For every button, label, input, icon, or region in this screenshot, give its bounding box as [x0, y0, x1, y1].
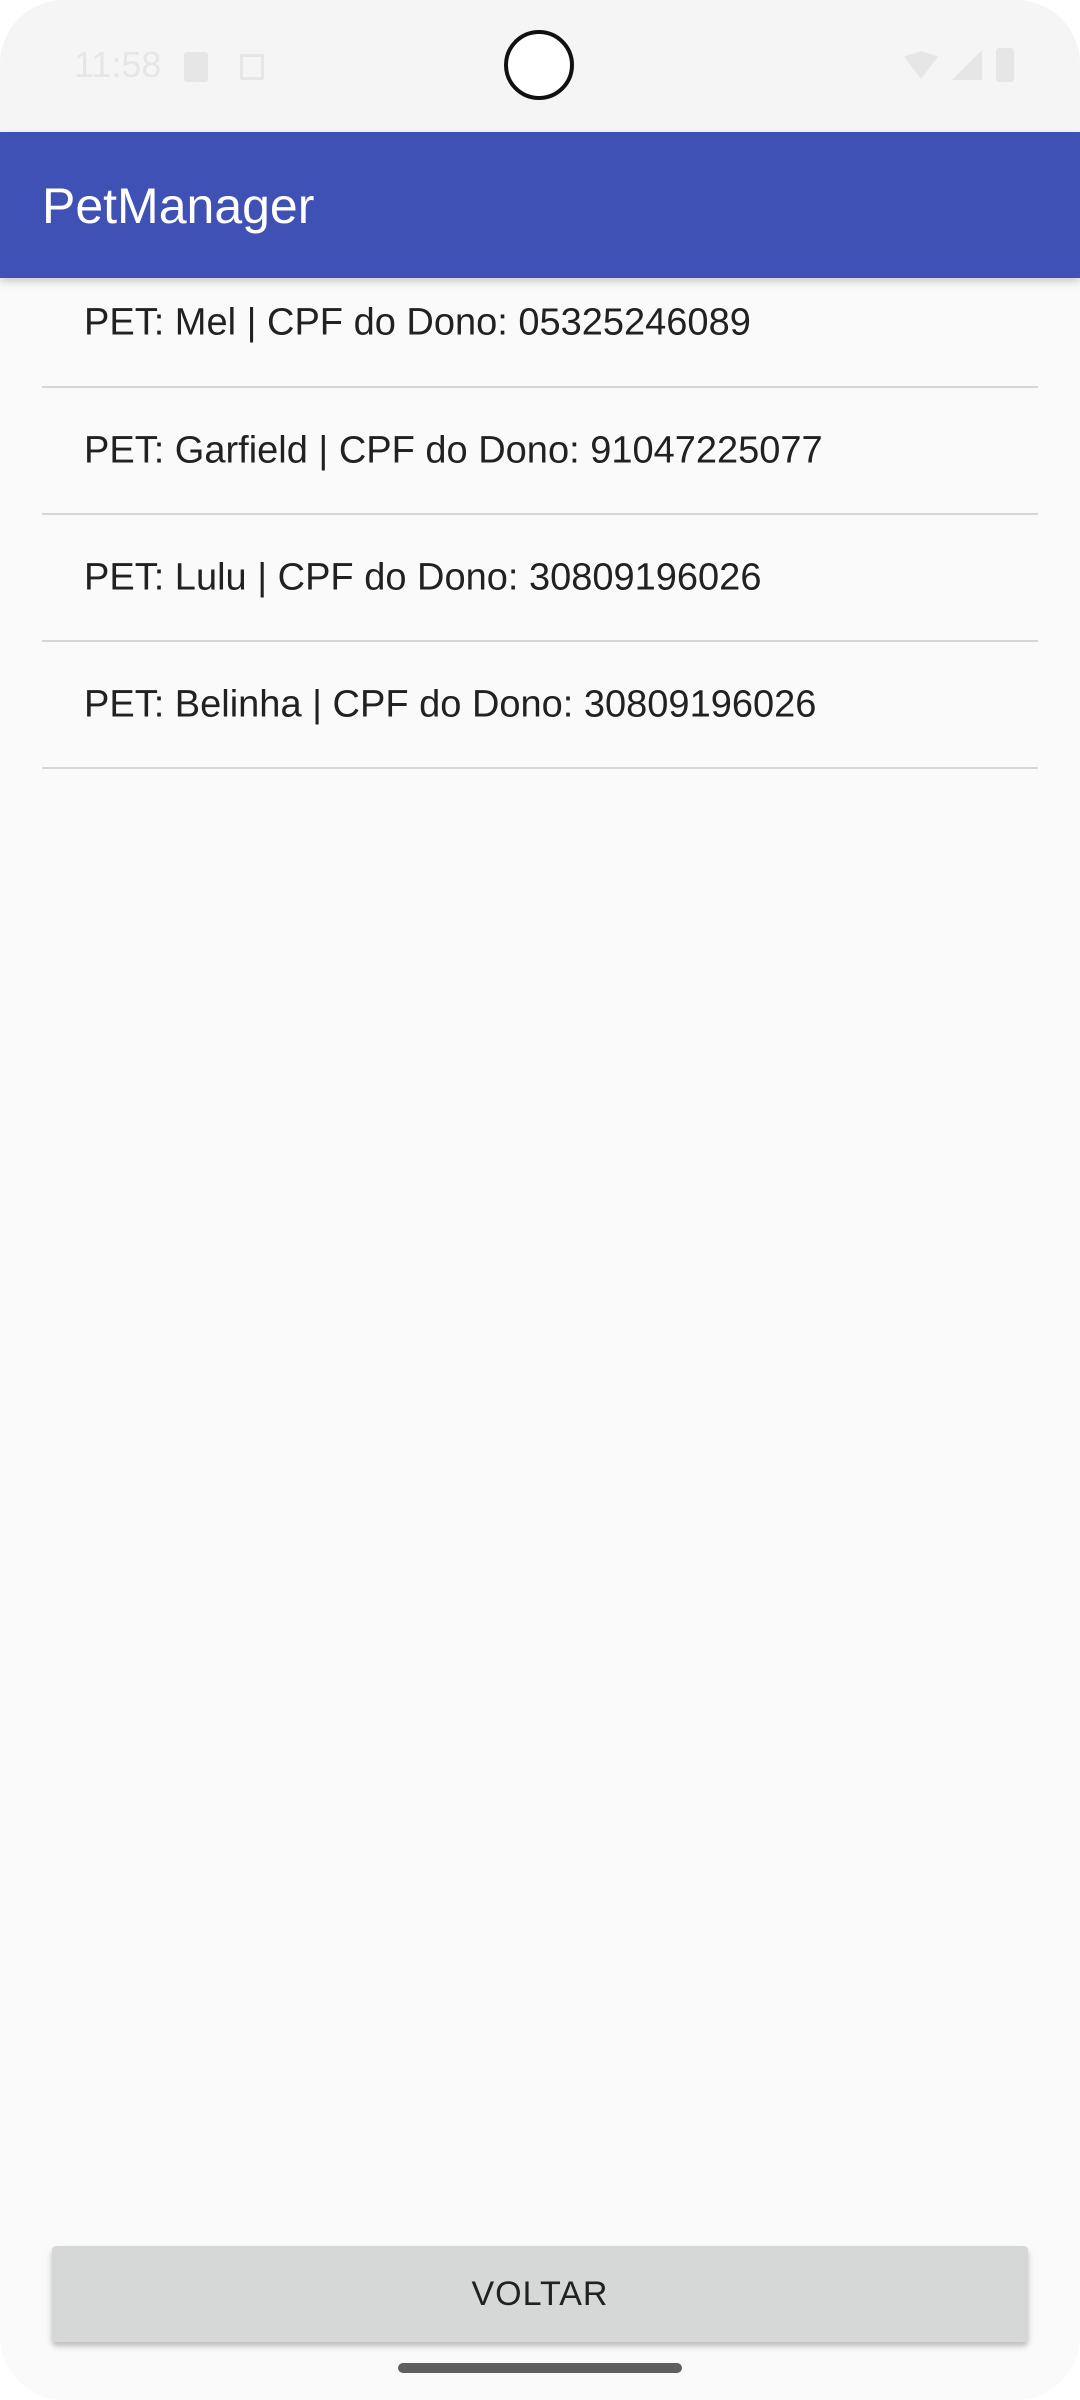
home-indicator[interactable] [398, 2363, 682, 2373]
pet-item-label: PET: Mel | CPF do Dono: 05325246089 [84, 301, 751, 344]
pet-item-label: PET: Garfield | CPF do Dono: 91047225077 [84, 429, 823, 471]
list-item[interactable]: PET: Belinha | CPF do Dono: 30809196026 [42, 642, 1038, 769]
list-item[interactable]: PET: Garfield | CPF do Dono: 91047225077 [42, 388, 1038, 515]
pet-list: PET: Mel | CPF do Dono: 05325246089 PET:… [42, 278, 1038, 769]
notification-a-icon [240, 54, 264, 80]
status-bar: 11:58 [0, 0, 1080, 132]
sd-card-icon [184, 52, 208, 82]
battery-icon [996, 48, 1014, 82]
status-time: 11:58 [74, 44, 162, 85]
pet-item-label: PET: Lulu | CPF do Dono: 30809196026 [84, 556, 762, 598]
pet-item-label: PET: Belinha | CPF do Dono: 30809196026 [84, 683, 817, 725]
app-bar: PetManager [0, 132, 1080, 278]
wifi-icon [904, 51, 938, 79]
signal-icon [952, 50, 982, 80]
app-title: PetManager [42, 178, 315, 234]
camera-cutout [504, 30, 574, 100]
back-button[interactable]: VOLTAR [52, 2246, 1028, 2342]
list-item[interactable]: PET: Mel | CPF do Dono: 05325246089 [42, 278, 1038, 388]
status-icons [904, 48, 1014, 82]
screen: 11:58 PetManager PET: Mel | CPF do Dono:… [0, 0, 1080, 2400]
list-item[interactable]: PET: Lulu | CPF do Dono: 30809196026 [42, 515, 1038, 642]
